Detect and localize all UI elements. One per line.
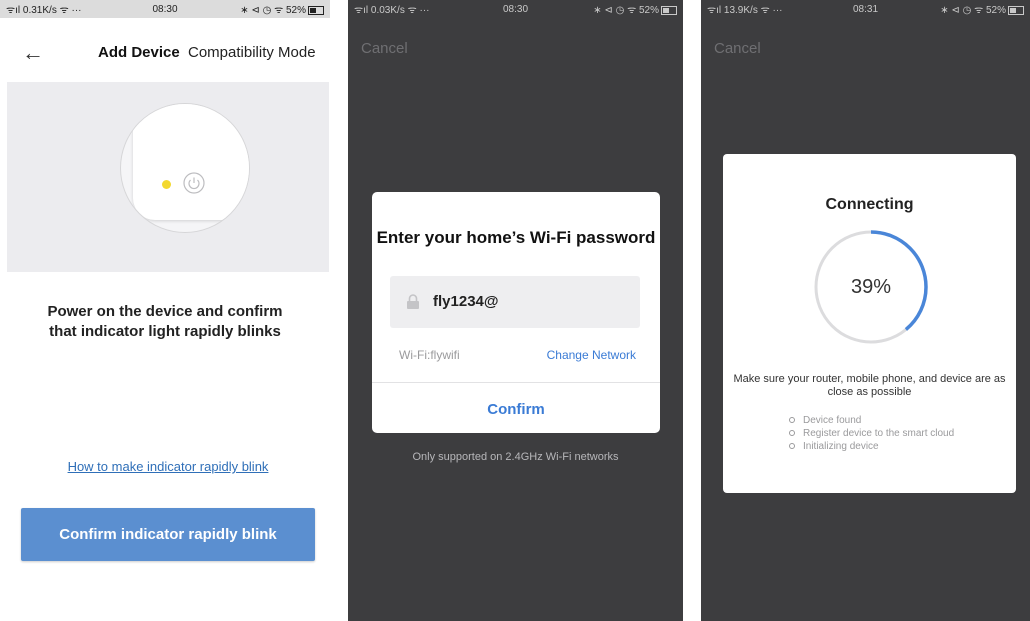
network-support-note: Only supported on 2.4GHz Wi-Fi networks <box>412 451 619 463</box>
change-network-link[interactable]: Change Network <box>547 348 636 362</box>
dialog-title: Enter your home’s Wi-Fi password <box>376 228 656 247</box>
connection-steps: Device found Register device to the smar… <box>789 414 954 453</box>
connecting-dialog: Connecting 39% Make sure your router, mo… <box>723 154 1016 493</box>
instruction-line-2: that indicator light rapidly blinks <box>49 323 281 340</box>
connecting-screen: ᯤıl 13.9K/s ᯤ ··· 08:31 ∗ ⊲ ◷ ᯤ 52% Canc… <box>701 0 1030 621</box>
password-input[interactable]: fly1234@ <box>390 276 640 328</box>
add-device-screen: ᯤıl 0.31K/s ᯤ ··· 08:30 ∗ ⊲ ◷ ᯤ 52% ← Ad… <box>0 0 330 621</box>
status-network: ᯤıl 0.03K/s ᯤ ··· <box>354 5 430 16</box>
nav-header: ← Add Device Compatibility Mode <box>0 28 330 78</box>
status-time: 08:30 <box>502 3 529 15</box>
status-time: 08:30 <box>152 3 178 15</box>
proximity-message: Make sure your router, mobile phone, and… <box>733 373 1006 398</box>
device-illustration <box>7 82 329 272</box>
status-icons: ∗ ⊲ ◷ ᯤ 52% <box>569 2 678 16</box>
step-item: Initializing device <box>789 440 954 453</box>
status-bar: ᯤıl 0.03K/s ᯤ ··· 08:30 ∗ ⊲ ◷ ᯤ 52% <box>348 0 683 18</box>
indicator-light <box>162 180 171 189</box>
instruction-line-1: Power on the device and confirm <box>47 303 283 320</box>
step-bullet-icon <box>789 443 795 450</box>
status-network: ᯤıl 13.9K/s ᯤ ··· <box>707 5 783 16</box>
page-title: Add Device <box>98 44 180 61</box>
progress-percent: 39% <box>850 276 892 298</box>
step-label: Register device to the smart cloud <box>803 428 955 439</box>
wifi-network-label: Wi-Fi:flywifi <box>399 348 460 362</box>
status-bar: ᯤıl 13.9K/s ᯤ ··· 08:31 ∗ ⊲ ◷ ᯤ 52% <box>701 0 1030 18</box>
step-item: Device found <box>789 414 954 427</box>
cancel-button[interactable]: Cancel <box>361 40 408 57</box>
status-network: ᯤıl 0.31K/s ᯤ ··· <box>6 5 82 16</box>
compatibility-mode-link[interactable]: Compatibility Mode <box>188 44 316 61</box>
status-indicators: ∗ ⊲ ◷ ᯤ 52% <box>940 5 1007 16</box>
help-link[interactable]: How to make indicator rapidly blink <box>0 459 330 474</box>
step-label: Device found <box>803 415 862 426</box>
power-icon <box>183 172 205 194</box>
divider <box>372 382 660 383</box>
wifi-password-screen: ᯤıl 0.03K/s ᯤ ··· 08:30 ∗ ⊲ ◷ ᯤ 52% Canc… <box>348 0 683 621</box>
cancel-button[interactable]: Cancel <box>714 40 761 57</box>
status-icons: ∗ ⊲ ◷ ᯤ 52% <box>918 2 1025 16</box>
status-bar: ᯤıl 0.31K/s ᯤ ··· 08:30 ∗ ⊲ ◷ ᯤ 52% <box>0 0 330 18</box>
step-bullet-icon <box>789 417 795 424</box>
status-indicators: ∗ ⊲ ◷ ᯤ 52% <box>240 5 306 16</box>
battery-icon <box>661 5 678 15</box>
device-zoom-circle <box>120 103 250 233</box>
battery-icon <box>308 5 324 15</box>
device-body <box>133 104 249 220</box>
confirm-button[interactable]: Confirm <box>372 401 660 418</box>
password-value: fly1234@ <box>433 293 499 310</box>
instruction-text: Power on the device and confirm that ind… <box>0 302 330 342</box>
step-bullet-icon <box>789 430 795 437</box>
step-label: Initializing device <box>803 441 879 452</box>
lock-icon <box>407 294 419 309</box>
status-icons: ∗ ⊲ ◷ ᯤ 52% <box>218 2 324 16</box>
confirm-blink-button[interactable]: Confirm indicator rapidly blink <box>21 508 315 561</box>
arrow-left-icon[interactable]: ← <box>22 40 44 66</box>
status-indicators: ∗ ⊲ ◷ ᯤ 52% <box>593 5 660 16</box>
wifi-password-dialog: Enter your home’s Wi-Fi password fly1234… <box>372 192 660 433</box>
step-item: Register device to the smart cloud <box>789 427 954 440</box>
dialog-title: Connecting <box>825 196 914 213</box>
status-time: 08:31 <box>852 3 879 15</box>
battery-icon <box>1008 5 1025 15</box>
